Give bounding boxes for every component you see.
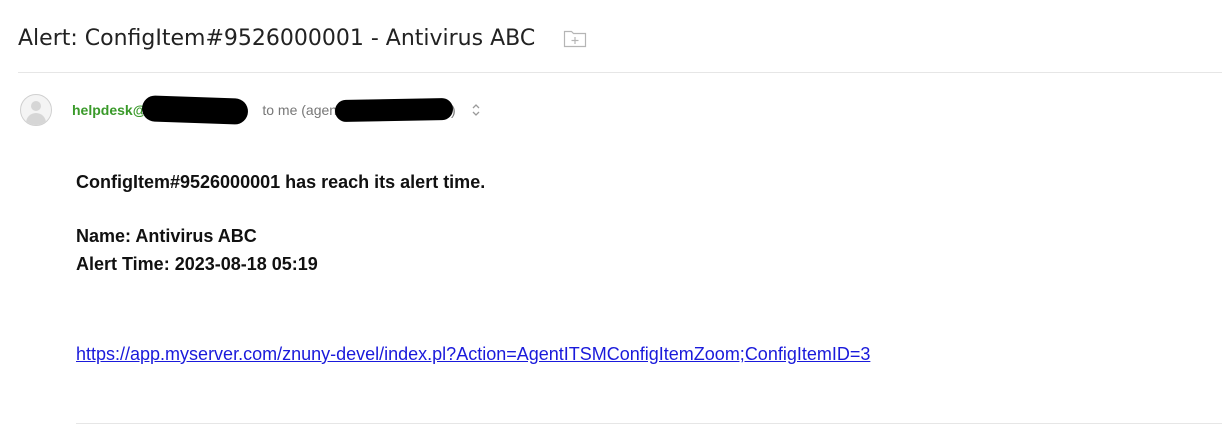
sender-address[interactable]: helpdesk@ <box>72 102 146 118</box>
email-view: Alert: ConfigItem#9526000001 - Antivirus… <box>0 0 1222 432</box>
redaction-mark <box>141 95 249 125</box>
item-name-line: Name: Antivirus ABC <box>76 226 257 246</box>
sender-row: helpdesk@ to me (agent ) <box>20 94 482 126</box>
add-to-folder-icon[interactable] <box>561 27 589 49</box>
message-body: ConfigItem#9526000001 has reach its aler… <box>76 168 485 278</box>
subject-header: Alert: ConfigItem#9526000001 - Antivirus… <box>18 18 589 58</box>
message-divider <box>76 423 1222 424</box>
header-divider <box>18 72 1222 73</box>
config-item-link[interactable]: https://app.myserver.com/znuny-devel/ind… <box>76 344 870 365</box>
person-avatar-icon[interactable] <box>20 94 52 126</box>
redaction-mark <box>334 97 454 123</box>
email-subject: Alert: ConfigItem#9526000001 - Antivirus… <box>18 25 536 51</box>
recipient-text: to me (agent <box>262 102 341 118</box>
alert-message-line: ConfigItem#9526000001 has reach its aler… <box>76 172 486 192</box>
expand-details-icon[interactable] <box>470 101 482 119</box>
alert-time-line: Alert Time: 2023-08-18 05:19 <box>76 254 318 274</box>
